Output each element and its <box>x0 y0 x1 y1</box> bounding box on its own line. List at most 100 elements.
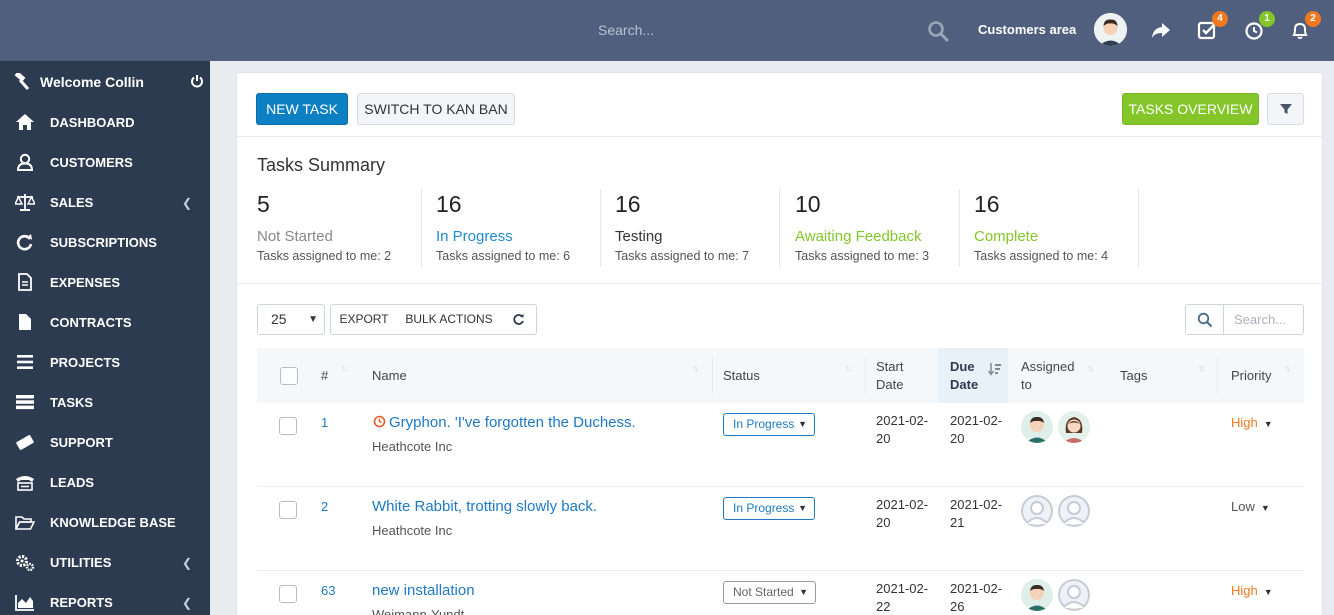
customers-area-link[interactable]: Customers area <box>978 22 1076 37</box>
priority-dropdown[interactable]: High ▼ <box>1231 583 1273 598</box>
table-search-input[interactable]: Search... <box>1223 304 1304 335</box>
stat-count: 16 <box>436 191 462 217</box>
row-checkbox[interactable] <box>279 501 297 519</box>
page-length-select[interactable]: 25 ▼ <box>257 304 325 335</box>
sidebar-item-customers[interactable]: CUSTOMERS <box>0 142 210 182</box>
due-date: 2021-02- 21 <box>950 496 1002 532</box>
table-search-addon <box>1185 304 1224 335</box>
page-length-value: 25 <box>271 311 287 327</box>
export-button[interactable]: EXPORT <box>330 304 398 335</box>
task-id[interactable]: 1 <box>321 415 328 430</box>
sort-icon: ↑↓ <box>341 363 348 373</box>
sidebar-item-expenses[interactable]: EXPENSES <box>0 262 210 302</box>
tasks-table-header: # ↑↓ Name ↑↓ Status ↑↓ Start Date Due Da… <box>257 348 1304 403</box>
user-avatar[interactable] <box>1094 13 1127 46</box>
header-due-date[interactable]: Due Date <box>950 348 978 403</box>
priority-value: Low <box>1231 499 1255 514</box>
header-start-date[interactable]: Start Date <box>876 348 903 403</box>
stat-label[interactable]: In Progress <box>436 228 513 245</box>
assignee-avatar[interactable] <box>1058 579 1090 611</box>
sidebar-item-projects[interactable]: PROJECTS <box>0 342 210 382</box>
search-icon[interactable] <box>927 20 949 42</box>
task-name-link[interactable]: Gryphon. 'I've forgotten the Duchess. <box>389 414 636 431</box>
header-tags[interactable]: Tags <box>1120 348 1147 403</box>
stat-count: 10 <box>795 191 821 217</box>
sidebar-item-label: LEADS <box>50 475 95 490</box>
row-checkbox[interactable] <box>279 585 297 603</box>
summary-stat-complete: 16 Complete Tasks assigned to me: 4 <box>974 191 1154 269</box>
assignee-avatar[interactable] <box>1021 411 1053 443</box>
chevron-left-icon: ❮ <box>181 556 192 570</box>
start-date-line2: 20 <box>876 515 891 530</box>
sidebar-item-support[interactable]: SUPPORT <box>0 422 210 462</box>
header-id[interactable]: # <box>321 348 328 403</box>
switch-kanban-button[interactable]: SWITCH TO KAN BAN <box>357 93 515 125</box>
sidebar-item-label: KNOWLEDGE BASE <box>50 515 176 530</box>
column-divider <box>712 358 713 393</box>
sidebar-item-utilities[interactable]: UTILITIES ❮ <box>0 542 210 582</box>
task-id[interactable]: 63 <box>321 583 335 598</box>
stat-label[interactable]: Complete <box>974 228 1038 245</box>
header-priority[interactable]: Priority <box>1231 348 1271 403</box>
stat-label[interactable]: Not Started <box>257 228 333 245</box>
task-name-link[interactable]: White Rabbit, trotting slowly back. <box>372 498 597 515</box>
sidebar-item-knowledge-base[interactable]: KNOWLEDGE BASE <box>0 502 210 542</box>
task-related-company[interactable]: Heathcote Inc <box>372 439 452 454</box>
sort-icon: ↑↓ <box>845 363 852 373</box>
header-status[interactable]: Status <box>723 348 760 403</box>
stat-label[interactable]: Awaiting Feedback <box>795 228 921 245</box>
sidebar-item-label: CONTRACTS <box>50 315 132 330</box>
timers-count-badge: 1 <box>1259 11 1275 27</box>
stat-label[interactable]: Testing <box>615 228 663 245</box>
task-related-company[interactable]: Heathcote Inc <box>372 523 452 538</box>
sidebar-item-dashboard[interactable]: DASHBOARD <box>0 102 210 142</box>
chevron-left-icon: ❮ <box>181 196 192 210</box>
stat-assigned-to-me: Tasks assigned to me: 2 <box>257 249 392 263</box>
power-icon[interactable] <box>190 74 204 88</box>
stat-divider <box>959 189 960 267</box>
summary-stat-in-progress: 16 In Progress Tasks assigned to me: 6 <box>436 191 616 269</box>
header-name[interactable]: Name <box>372 348 407 403</box>
status-dropdown[interactable]: In Progress ▼ <box>723 497 815 520</box>
search-icon <box>1197 312 1213 328</box>
sidebar-item-sales[interactable]: SALES ❮ <box>0 182 210 222</box>
status-dropdown[interactable]: In Progress ▼ <box>723 413 815 436</box>
new-task-button[interactable]: NEW TASK <box>256 93 348 125</box>
reload-button[interactable] <box>501 304 537 335</box>
column-divider <box>1217 358 1218 393</box>
sidebar-item-reports[interactable]: REPORTS ❮ <box>0 582 210 615</box>
refresh-icon <box>513 314 524 325</box>
due-date-line2: 26 <box>950 599 965 614</box>
sidebar-item-leads[interactable]: LEADS <box>0 462 210 502</box>
tasks-overview-button[interactable]: TASKS OVERVIEW <box>1122 93 1259 125</box>
due-date: 2021-02- 20 <box>950 412 1002 448</box>
assignee-avatar[interactable] <box>1058 411 1090 443</box>
sidebar-item-subscriptions[interactable]: SUBSCRIPTIONS <box>0 222 210 262</box>
priority-dropdown[interactable]: High ▼ <box>1231 415 1273 430</box>
assignee-avatar[interactable] <box>1021 579 1053 611</box>
status-dropdown[interactable]: Not Started ▼ <box>723 581 816 604</box>
tty-icon <box>16 476 34 491</box>
sidebar-item-tasks[interactable]: TASKS <box>0 382 210 422</box>
chevron-down-icon: ▼ <box>1263 587 1273 597</box>
sidebar-item-label: DASHBOARD <box>50 115 135 130</box>
task-name-link[interactable]: new installation <box>372 582 475 599</box>
global-search-input[interactable]: Search... <box>590 14 920 46</box>
task-related-company[interactable]: Weimann-Yundt <box>372 607 464 615</box>
chevron-down-icon: ▼ <box>308 314 318 325</box>
select-all-checkbox[interactable] <box>280 367 298 385</box>
chevron-down-icon: ▼ <box>1260 503 1270 513</box>
row-checkbox[interactable] <box>279 417 297 435</box>
assignee-avatar[interactable] <box>1021 495 1053 527</box>
chevron-left-icon: ❮ <box>181 596 192 610</box>
chevron-down-icon: ▼ <box>1263 419 1273 429</box>
task-id[interactable]: 2 <box>321 499 328 514</box>
assignee-avatar[interactable] <box>1058 495 1090 527</box>
bulk-actions-button[interactable]: BULK ACTIONS <box>397 304 502 335</box>
header-assigned-to[interactable]: Assigned to <box>1021 348 1074 403</box>
sidebar-item-contracts[interactable]: CONTRACTS <box>0 302 210 342</box>
share-icon[interactable] <box>1150 19 1172 41</box>
top-header: Search... Customers area 4 1 2 <box>0 0 1334 61</box>
filter-button[interactable] <box>1267 93 1304 125</box>
priority-dropdown[interactable]: Low ▼ <box>1231 499 1270 514</box>
